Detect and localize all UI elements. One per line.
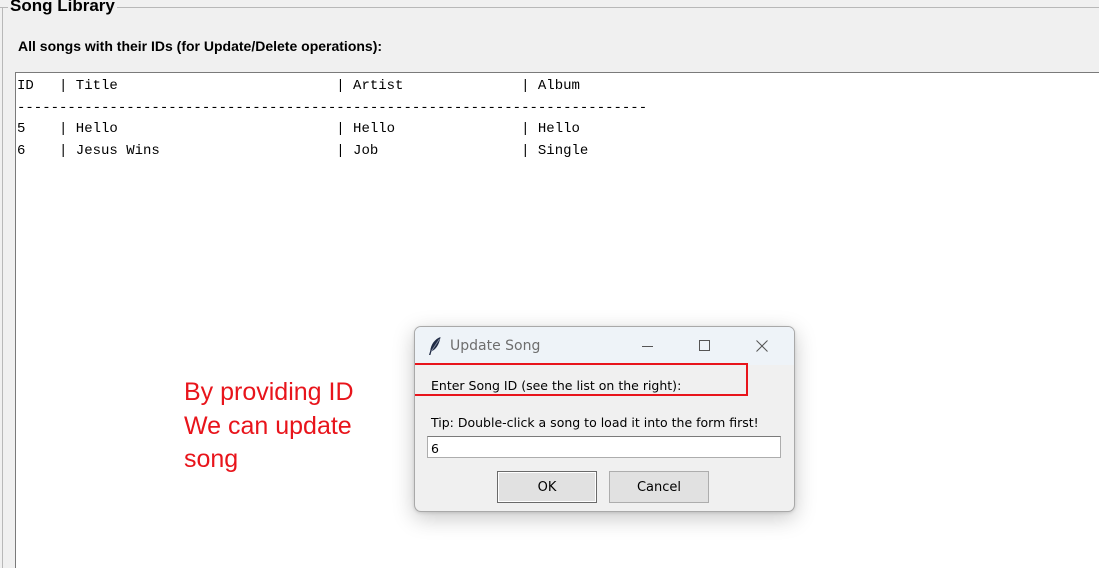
prompt-label: Enter Song ID (see the list on the right…: [431, 378, 682, 393]
group-frame-top: [0, 7, 1099, 8]
annotation-line-3: song: [184, 445, 239, 473]
feather-icon: [429, 337, 441, 355]
song-id-input[interactable]: [427, 436, 781, 458]
group-frame-left: [2, 7, 3, 568]
group-title: Song Library: [8, 0, 117, 16]
library-subtitle: All songs with their IDs (for Update/Del…: [18, 38, 383, 54]
cancel-button[interactable]: Cancel: [609, 471, 709, 503]
tip-label: Tip: Double-click a song to load it into…: [431, 415, 759, 430]
maximize-button[interactable]: [682, 327, 728, 365]
minimize-icon: [642, 346, 653, 347]
update-song-dialog: Update Song Enter Song ID (see the list …: [414, 326, 795, 512]
close-icon: [756, 340, 768, 352]
dialog-titlebar[interactable]: Update Song: [415, 327, 794, 365]
close-button[interactable]: [739, 327, 785, 365]
annotation-text: By providing ID We can update song: [184, 376, 354, 477]
song-list-text: ID | Title | Artist | Album ------------…: [17, 78, 648, 159]
annotation-line-2: We can update: [184, 411, 352, 440]
maximize-icon: [699, 340, 710, 351]
annotation-line-1: By providing ID: [184, 378, 354, 406]
dialog-title: Update Song: [450, 338, 541, 354]
minimize-button[interactable]: [625, 327, 671, 365]
ok-button[interactable]: OK: [497, 471, 597, 503]
